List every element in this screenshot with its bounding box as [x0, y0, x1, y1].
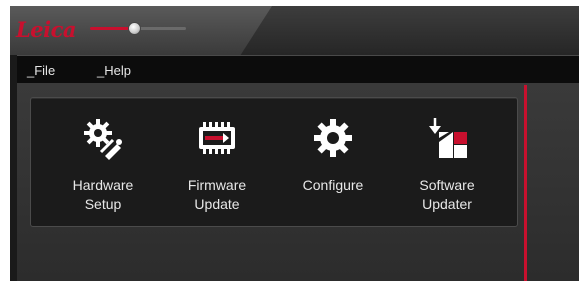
tool-label: Software Updater [397, 176, 497, 214]
tool-label-line1: Hardware [72, 177, 134, 193]
software-updater-button[interactable]: Software Updater [397, 98, 497, 226]
firmware-update-button[interactable]: Firmware Update [167, 98, 267, 226]
hardware-setup-icon [84, 119, 122, 160]
tool-label-line1: Software [419, 177, 475, 193]
firmware-update-icon [199, 122, 235, 154]
pane-divider[interactable] [524, 85, 527, 281]
tool-label-line1: Firmware [187, 177, 247, 193]
title-bar: Leica [10, 6, 579, 55]
tool-label: Hardware Setup [53, 176, 153, 214]
software-updater-icon [429, 118, 467, 158]
tool-panel: Hardware Setup Firmware Update Configure… [30, 97, 518, 227]
tool-label-line2: Updater [422, 196, 472, 212]
slider-track-empty [138, 27, 186, 30]
configure-button[interactable]: Configure [283, 98, 383, 226]
tool-label-line2: Setup [84, 196, 122, 212]
right-pane [527, 83, 579, 281]
zoom-slider[interactable] [90, 22, 186, 36]
hardware-setup-button[interactable]: Hardware Setup [53, 98, 153, 226]
slider-track-filled [90, 27, 130, 30]
leica-logo: Leica [16, 17, 77, 42]
tool-label: Configure [283, 176, 383, 195]
left-frame-edge [10, 55, 17, 281]
tool-label-line2: Update [194, 196, 240, 212]
tool-label: Firmware Update [167, 176, 267, 214]
configure-icon [314, 119, 352, 157]
slider-knob[interactable] [128, 22, 141, 35]
menu-item-file[interactable]: _File [27, 63, 55, 78]
tool-label-line1: Configure [302, 177, 364, 193]
menu-bar: _File _Help [17, 55, 579, 83]
menu-item-help[interactable]: _Help [97, 63, 131, 78]
